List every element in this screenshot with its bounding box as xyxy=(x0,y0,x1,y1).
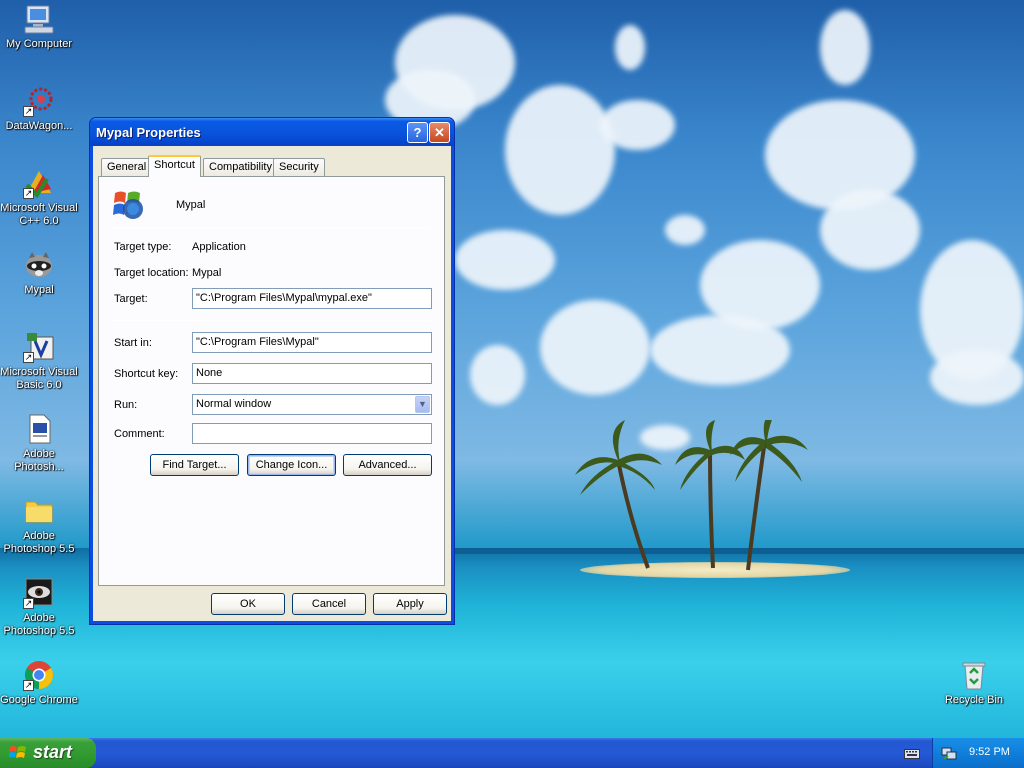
dialog-title: Mypal Properties xyxy=(96,125,201,140)
target-location-value: Mypal xyxy=(192,267,222,279)
separator xyxy=(111,320,431,321)
desktop-icon-label: DataWagon... xyxy=(5,120,73,132)
desktop-icon-visual-cpp[interactable]: ↗ Microsoft Visual C++ 6.0 xyxy=(0,167,79,228)
desktop-icon-label: My Computer xyxy=(5,38,73,50)
windows-flag-icon xyxy=(9,746,26,758)
desktop-icon-recycle-bin[interactable]: Recycle Bin xyxy=(934,659,1014,707)
change-icon-button[interactable]: Change Icon... xyxy=(247,454,336,476)
target-label: Target: xyxy=(114,293,148,305)
mypal-raccoon-icon xyxy=(23,249,55,281)
apply-button[interactable]: Apply xyxy=(373,593,447,615)
start-label: start xyxy=(33,742,73,762)
visual-cpp-icon: ↗ xyxy=(23,167,55,199)
advanced-button[interactable]: Advanced... xyxy=(343,454,432,476)
app-name: Mypal xyxy=(176,199,206,211)
start-button[interactable]: start xyxy=(0,738,96,768)
tab-security[interactable]: Security xyxy=(273,158,325,176)
recycle-bin-icon xyxy=(958,659,990,691)
comment-input[interactable] xyxy=(192,423,432,444)
datawagon-icon: ↗ xyxy=(23,85,55,117)
start-in-label: Start in: xyxy=(114,337,152,349)
target-input[interactable]: "C:\Program Files\Mypal\mypal.exe" xyxy=(192,288,432,309)
separator xyxy=(111,227,431,228)
visual-basic-icon: ↗ xyxy=(23,331,55,363)
properties-dialog: Mypal Properties ? ✕ General Shortcut Co… xyxy=(89,117,455,625)
help-button[interactable]: ? xyxy=(407,122,428,143)
desktop-icon-label: Google Chrome xyxy=(0,694,78,706)
desktop-icon-datawagon[interactable]: ↗ DataWagon... xyxy=(0,85,79,133)
desktop-icon-label: Microsoft Visual C++ 6.0 xyxy=(0,202,78,227)
desktop-icon-photoshop-app[interactable]: ↗ Adobe Photoshop 5.5 xyxy=(0,577,79,638)
folder-icon xyxy=(23,495,55,527)
desktop-icon-visual-basic[interactable]: ↗ Microsoft Visual Basic 6.0 xyxy=(0,331,79,392)
target-type-value: Application xyxy=(192,241,246,253)
desktop-icon-google-chrome[interactable]: ↗ Google Chrome xyxy=(0,659,79,707)
run-select[interactable]: Normal window ▼ xyxy=(192,394,432,415)
chevron-down-icon[interactable]: ▼ xyxy=(415,396,430,413)
tab-general[interactable]: General xyxy=(101,158,153,176)
my-computer-icon xyxy=(23,3,55,35)
desktop-icon-label: Mypal xyxy=(24,284,54,296)
shortcut-tab-panel: Mypal Target type: Application Target lo… xyxy=(98,176,445,586)
target-location-label: Target location: xyxy=(114,267,189,279)
desktop-icon-mypal[interactable]: Mypal xyxy=(0,249,79,297)
shortcut-key-label: Shortcut key: xyxy=(114,368,179,380)
system-tray: 9:52 PM xyxy=(932,738,1024,768)
desktop-icon-label: Recycle Bin xyxy=(944,694,1004,706)
shortcut-key-input[interactable]: None xyxy=(192,363,432,384)
dialog-titlebar[interactable]: Mypal Properties ? ✕ xyxy=(90,118,454,146)
keyboard-icon[interactable] xyxy=(904,747,920,759)
comment-label: Comment: xyxy=(114,428,165,440)
close-button[interactable]: ✕ xyxy=(429,122,450,143)
ok-button[interactable]: OK xyxy=(211,593,285,615)
chrome-icon: ↗ xyxy=(23,659,55,691)
tab-shortcut[interactable]: Shortcut xyxy=(148,155,201,177)
target-type-label: Target type: xyxy=(114,241,172,253)
desktop-icon-label: Adobe Photoshop 5.5 xyxy=(3,612,75,637)
taskbar: start 9:52 PM xyxy=(0,738,1024,768)
document-icon xyxy=(23,413,55,445)
desktop-icon-photoshop-file[interactable]: Adobe Photosh... xyxy=(0,413,79,474)
find-target-button[interactable]: Find Target... xyxy=(150,454,239,476)
desktop-icon-photoshop-folder[interactable]: Adobe Photoshop 5.5 xyxy=(0,495,79,556)
start-in-input[interactable]: "C:\Program Files\Mypal" xyxy=(192,332,432,353)
network-tray-icon[interactable] xyxy=(941,745,957,761)
tab-compatibility[interactable]: Compatibility xyxy=(203,158,278,176)
desktop-icon-label: Adobe Photosh... xyxy=(14,448,64,473)
clock[interactable]: 9:52 PM xyxy=(969,746,1010,758)
run-select-value: Normal window xyxy=(196,398,272,410)
run-label: Run: xyxy=(114,399,138,411)
desktop-icon-label: Adobe Photoshop 5.5 xyxy=(3,530,75,555)
palm-trees xyxy=(575,420,808,571)
desktop-icon-label: Microsoft Visual Basic 6.0 xyxy=(0,366,78,391)
cancel-button[interactable]: Cancel xyxy=(292,593,366,615)
photoshop-eye-icon: ↗ xyxy=(23,577,55,609)
mypal-app-icon xyxy=(111,187,145,221)
desktop-icon-my-computer[interactable]: My Computer xyxy=(0,3,79,51)
dialog-body: General Shortcut Compatibility Security … xyxy=(93,146,451,621)
